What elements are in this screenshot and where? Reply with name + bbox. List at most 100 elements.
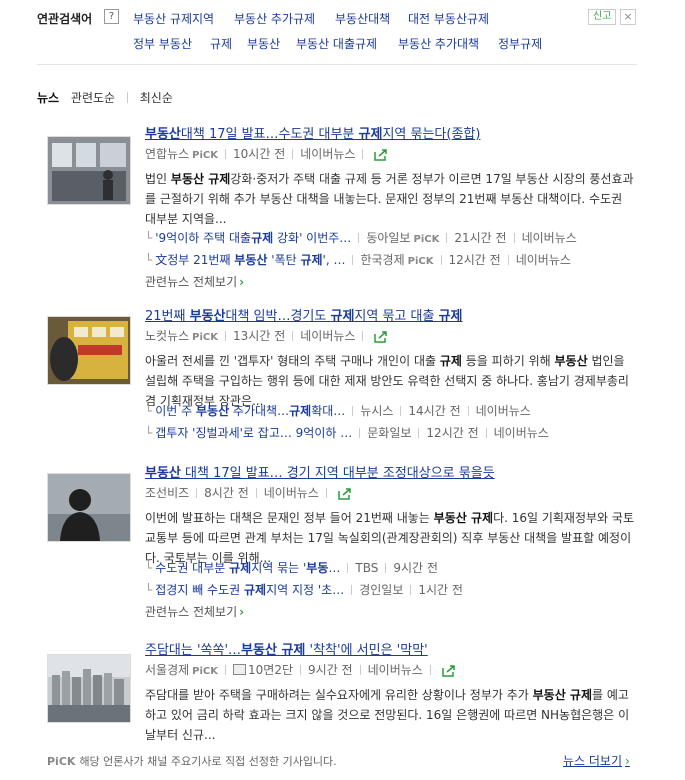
tab-news[interactable]: 뉴스	[37, 89, 59, 106]
close-icon[interactable]: ×	[620, 9, 636, 25]
help-icon[interactable]: ?	[104, 9, 119, 24]
keyword-highlight: 규제	[300, 253, 323, 267]
meta-divider	[385, 563, 387, 573]
thumbnail-image	[48, 317, 130, 384]
related-news-link: └ 文정부 21번째 부동산 '폭탄 규제', … 한국경제 PiCK 12시간 전 네이…	[145, 251, 571, 268]
related-news-link: └ 접경지 빼 수도권 규제지역 지정 '초… 경인일보 1시간 전	[145, 581, 463, 598]
related-keyword[interactable]: 대전 부동산규제	[408, 10, 489, 27]
news-title[interactable]: 21번째 부동산대책 임박…경기도 규제지역 묶고 대출 규제	[145, 305, 463, 324]
related-news-all-link[interactable]: 관련뉴스 전체보기 ›	[145, 603, 244, 620]
more-news-link[interactable]: 뉴스 더보기 ›	[563, 752, 630, 769]
portal-link[interactable]: 네이버뉴스	[264, 486, 319, 500]
portal-link[interactable]: 네이버뉴스	[522, 231, 577, 245]
branch-icon: └	[145, 426, 153, 440]
share-icon[interactable]	[338, 488, 352, 500]
related-keyword[interactable]: 정부규제	[498, 35, 542, 52]
portal-link[interactable]: 네이버뉴스	[516, 253, 571, 267]
press-name[interactable]: 조선비즈	[145, 486, 189, 500]
press-name[interactable]: 노컷뉴스	[145, 329, 189, 343]
keyword-highlight: 규제	[251, 231, 274, 245]
share-icon[interactable]	[374, 149, 388, 161]
tab-relevance[interactable]: 관련도순	[71, 89, 115, 106]
text-segment: …	[328, 561, 341, 575]
news-meta: 조선비즈 8시간 전 네이버뉴스	[145, 484, 352, 501]
text-segment: 이번에 발표하는 대책은 문재인 정부 들어 21번째 내놓는	[145, 511, 434, 525]
keyword-highlight: 규제	[439, 354, 462, 368]
related-news-title[interactable]: 이번 주 부동산 추가대책…규제확대…	[155, 404, 345, 418]
meta-divider	[513, 233, 515, 243]
press-name[interactable]: 경인일보	[359, 583, 403, 597]
news-summary: 주담대를 받아 주택을 구매하려는 실수요자에게 유리한 상황이나 정부가 추가…	[145, 685, 635, 745]
pick-badge: PiCK	[407, 256, 434, 267]
news-title[interactable]: 주담대는 '쏙쏙'…부동산 규제 '착착'에 서민은 '막막'	[145, 639, 428, 658]
news-meta: 서울경제 PiCK 10면2단 9시간 전 네이버뉴스	[145, 661, 456, 678]
related-keyword[interactable]: 부동산	[247, 35, 280, 52]
related-news-title[interactable]: 접경지 빼 수도권 규제지역 지정 '초…	[155, 583, 344, 597]
text-segment: 지역 묶는 '	[251, 561, 307, 575]
text-segment: 확대…	[311, 404, 346, 418]
thumbnail-image	[48, 655, 130, 722]
related-keyword[interactable]: 부동산대책	[335, 10, 390, 27]
related-news-title[interactable]: 수도권 대부분 규제지역 묶는 '부동…	[155, 561, 340, 575]
title-text: 부동산대책 17일 발표…수도권 대부분 규제지역 묶는다(종합)	[145, 127, 480, 142]
related-keyword[interactable]: 정부 부동산	[133, 35, 192, 52]
news-title[interactable]: 부동산 대책 17일 발표… 경기 지역 대부분 조정대상으로 묶을듯	[145, 462, 495, 481]
portal-link[interactable]: 네이버뉴스	[300, 147, 355, 161]
news-meta: 연합뉴스 PiCK 10시간 전 네이버뉴스	[145, 145, 388, 162]
related-keyword[interactable]: 부동산 추가대책	[398, 35, 479, 52]
related-news-all-link[interactable]: 관련뉴스 전체보기 ›	[145, 273, 244, 290]
news-title[interactable]: 부동산대책 17일 발표…수도권 대부분 규제지역 묶는다(종합)	[145, 123, 480, 142]
title-text: 주담대는 '쏙쏙'…부동산 규제 '착착'에 서민은 '막막'	[145, 643, 428, 658]
text-segment: 수도권 대부분	[155, 561, 230, 575]
meta-divider	[467, 406, 469, 416]
branch-icon: └	[145, 583, 153, 597]
related-search-label: 연관검색어	[37, 12, 93, 26]
related-news-title[interactable]: 갭투자 '징벌과세'로 잡고… 9억이하 …	[155, 426, 352, 440]
press-name[interactable]: 동아일보	[366, 231, 410, 245]
pick-badge: PiCK	[413, 234, 440, 245]
portal-link[interactable]: 네이버뉴스	[368, 663, 423, 677]
related-keyword[interactable]: 규제	[210, 35, 232, 52]
news-thumbnail[interactable]	[47, 136, 131, 205]
pick-badge: PiCK	[192, 332, 219, 343]
related-keyword[interactable]: 부동산 추가규제	[234, 10, 315, 27]
portal-link[interactable]: 네이버뉴스	[300, 329, 355, 343]
branch-icon: └	[145, 253, 153, 267]
tab-divider	[126, 92, 128, 103]
press-name[interactable]: 서울경제	[145, 663, 189, 677]
news-thumbnail[interactable]	[47, 654, 131, 723]
share-icon[interactable]	[374, 331, 388, 343]
meta-divider	[352, 255, 354, 265]
related-news-title[interactable]: 文정부 21번째 부동산 '폭탄 규제', …	[155, 253, 345, 267]
branch-icon: └	[145, 231, 153, 245]
related-keyword[interactable]: 부동산 규제지역	[133, 10, 214, 27]
related-news-link: └ 수도권 대부분 규제지역 묶는 '부동… TBS 9시간 전	[145, 559, 438, 576]
text-segment: 대책 17일 발표…수도권 대부분	[180, 127, 359, 142]
news-thumbnail[interactable]	[47, 473, 131, 542]
news-meta: 노컷뉴스 PiCK 13시간 전 네이버뉴스	[145, 327, 388, 344]
related-keyword[interactable]: 부동산 대출규제	[296, 35, 377, 52]
text-segment: 주담대를 받아 주택을 구매하려는 실수요자에게 유리한 상황이나 정부가 추가	[145, 688, 533, 702]
text-segment: 지역 묶고 대출	[354, 309, 439, 324]
title-text: 부동산 대책 17일 발표… 경기 지역 대부분 조정대상으로 묶을듯	[145, 466, 495, 481]
text-segment: 접경지 빼 수도권	[155, 583, 244, 597]
news-thumbnail[interactable]	[47, 316, 131, 385]
meta-divider	[410, 585, 412, 595]
share-icon[interactable]	[442, 665, 456, 677]
press-name[interactable]: TBS	[355, 561, 378, 575]
press-name[interactable]: 문화일보	[367, 426, 411, 440]
press-name[interactable]: 연합뉴스	[145, 147, 189, 161]
related-news-link: └ 갭투자 '징벌과세'로 잡고… 9억이하 … 문화일보 12시간 전 네이버뉴스	[145, 424, 549, 441]
press-name[interactable]: 한국경제	[360, 253, 404, 267]
keyword-highlight: 부동산	[145, 127, 181, 142]
report-button[interactable]: 신고	[588, 9, 617, 25]
text-segment: 아울러 전세를 낀 '갭투자' 형태의 주택 구매나 개인이 대출	[145, 354, 440, 368]
related-news-title[interactable]: '9억이하 주택 대출규제 강화' 이번주…	[155, 231, 351, 245]
keyword-highlight: 부동산	[145, 466, 181, 481]
title-text: 21번째 부동산대책 임박…경기도 규제지역 묶고 대출 규제	[145, 309, 463, 324]
text-segment: 법인	[145, 172, 171, 186]
press-name[interactable]: 뉴시스	[360, 404, 393, 418]
portal-link[interactable]: 네이버뉴스	[476, 404, 531, 418]
tab-latest[interactable]: 최신순	[140, 89, 173, 106]
portal-link[interactable]: 네이버뉴스	[494, 426, 549, 440]
